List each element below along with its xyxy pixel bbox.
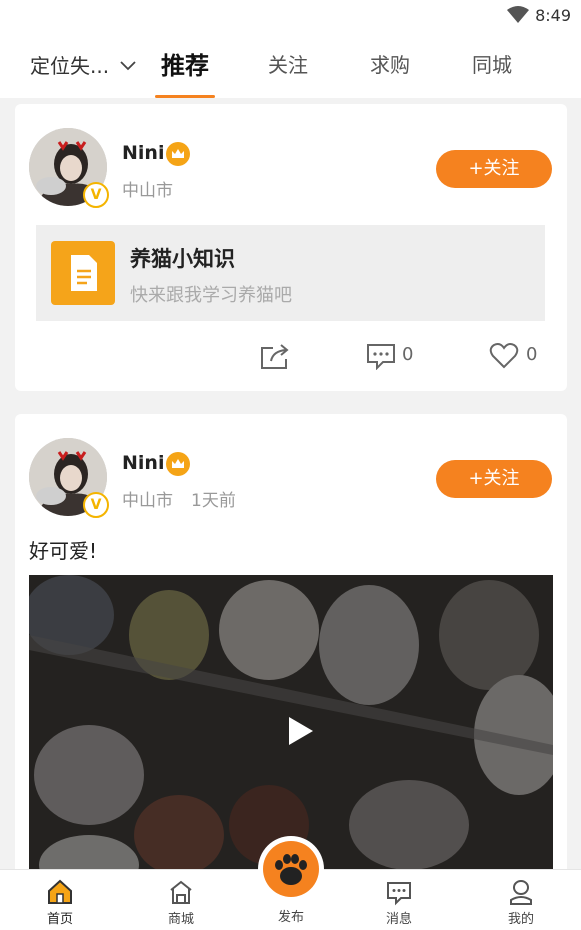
post-text: 好可爱!	[29, 539, 98, 563]
heart-icon[interactable]	[489, 342, 519, 370]
user-city: 中山市	[122, 491, 173, 511]
status-time: 8:49	[535, 6, 571, 25]
comment-icon[interactable]	[366, 342, 396, 370]
tab-profile-label: 我的	[507, 912, 534, 927]
follow-button[interactable]: +关注	[436, 460, 552, 498]
paw-icon	[275, 854, 307, 885]
comment-count: 0	[402, 344, 414, 365]
article-link[interactable]: 养猫小知识 快来跟我学习养猫吧	[36, 225, 545, 321]
post-card[interactable]: V Nini 中山市 +关注 养猫小知识 快来跟我学习养猫吧 0 0	[15, 104, 567, 391]
publish-button[interactable]	[258, 836, 324, 902]
article-subtitle: 快来跟我学习养猫吧	[130, 285, 292, 306]
status-bar: 8:49	[0, 0, 581, 32]
article-title: 养猫小知识	[130, 247, 235, 271]
shop-icon	[170, 880, 192, 904]
document-icon	[51, 241, 115, 305]
play-icon[interactable]	[279, 711, 319, 751]
message-icon	[387, 882, 411, 906]
tab-publish-label: 发布	[277, 910, 304, 925]
tab-wanted[interactable]: 求购	[370, 49, 410, 78]
tab-home[interactable]: 首页	[20, 870, 100, 930]
verified-badge-icon: V	[83, 182, 109, 208]
user-city: 中山市	[122, 181, 173, 201]
top-navigation: 定位失... 推荐 关注 求购 同城	[0, 32, 581, 98]
location-selector[interactable]: 定位失...	[30, 50, 137, 79]
tab-home-label: 首页	[46, 912, 73, 927]
follow-button[interactable]: +关注	[436, 150, 552, 188]
home-icon	[48, 879, 72, 904]
username[interactable]: Nini	[122, 142, 164, 164]
like-count: 0	[526, 344, 538, 365]
location-label: 定位失...	[30, 54, 110, 78]
crown-icon	[166, 452, 190, 476]
wifi-icon	[507, 6, 529, 23]
tab-messages-label: 消息	[385, 912, 412, 927]
profile-icon	[510, 880, 532, 905]
post-actions: 0 0	[15, 342, 567, 372]
post-time: 1天前	[191, 491, 236, 511]
tab-shop-label: 商城	[167, 912, 194, 927]
verified-badge-icon: V	[83, 492, 109, 518]
username[interactable]: Nini	[122, 452, 164, 474]
active-tab-indicator	[155, 95, 215, 98]
tab-local[interactable]: 同城	[472, 49, 512, 78]
tab-messages[interactable]: 消息	[359, 870, 439, 930]
tab-profile[interactable]: 我的	[481, 870, 561, 930]
tab-recommend[interactable]: 推荐	[161, 46, 209, 81]
tab-shop[interactable]: 商城	[141, 870, 221, 930]
crown-icon	[166, 142, 190, 166]
tab-follow[interactable]: 关注	[268, 49, 308, 78]
post-card[interactable]: V Nini 中山市 1天前 +关注 好可爱!	[15, 414, 567, 884]
share-icon[interactable]	[259, 342, 291, 370]
chevron-down-icon	[120, 60, 136, 70]
